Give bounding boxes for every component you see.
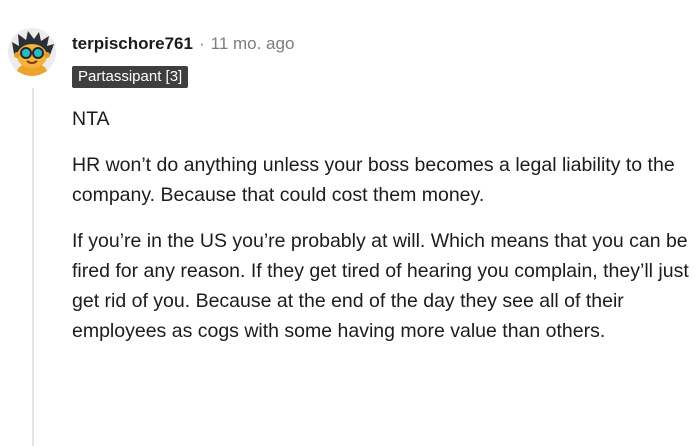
comment-paragraph: HR won’t do anything unless your boss be… [72, 154, 675, 206]
username-link[interactable]: terpischore761 [72, 34, 193, 54]
comment: terpischore761 · 11 mo. ago Partassipant… [0, 0, 700, 446]
comment-timestamp[interactable]: 11 mo. ago [211, 34, 295, 54]
meta-separator: · [198, 34, 205, 53]
comment-meta: terpischore761 · 11 mo. ago [72, 33, 294, 55]
comment-body: NTA HR won’t do anything unless your bos… [72, 104, 692, 362]
user-avatar[interactable] [8, 28, 56, 76]
snoo-avatar-icon [8, 28, 56, 76]
comment-paragraph: NTA [72, 108, 110, 130]
user-flair: Partassipant [3] [72, 66, 189, 88]
thread-line[interactable] [32, 88, 34, 446]
comment-paragraph: If you’re in the US you’re probably at w… [72, 230, 689, 342]
